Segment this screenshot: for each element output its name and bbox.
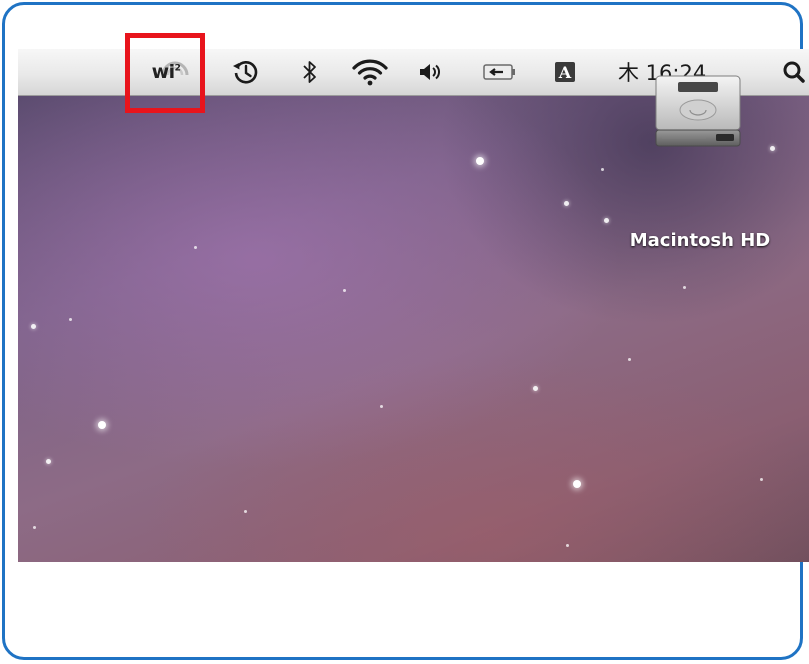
power-plug-icon: [483, 64, 515, 80]
star: [244, 510, 247, 513]
star: [31, 324, 36, 329]
macintosh-hd-desktop-item[interactable]: Macintosh HD: [600, 72, 800, 251]
star: [683, 286, 686, 289]
star: [533, 386, 538, 391]
volume-menu-extra[interactable]: [413, 49, 447, 95]
bluetooth-icon: [303, 61, 316, 83]
star: [760, 478, 763, 481]
speaker-icon: [420, 64, 440, 80]
bluetooth-menu-extra[interactable]: [295, 49, 325, 95]
star: [564, 201, 569, 206]
star: [343, 289, 346, 292]
battery-menu-extra[interactable]: [477, 49, 523, 95]
wifi-menu-extra[interactable]: [345, 49, 395, 95]
hard-drive-icon: [655, 75, 741, 147]
time-machine-icon: [233, 61, 258, 84]
star: [69, 318, 72, 321]
star: [98, 421, 106, 429]
star: [573, 480, 581, 488]
star: [194, 246, 197, 249]
input-menu-icon: A: [555, 62, 575, 82]
star: [628, 358, 631, 361]
star: [476, 157, 484, 165]
star: [566, 544, 569, 547]
time-machine-menu-extra[interactable]: [225, 49, 265, 95]
wifi-icon: [352, 59, 388, 86]
highlight-box: [125, 33, 205, 113]
star: [380, 405, 383, 408]
macintosh-hd-label: Macintosh HD: [629, 230, 771, 251]
star: [33, 526, 36, 529]
input-menu-extra[interactable]: A: [550, 49, 580, 95]
star: [46, 459, 51, 464]
